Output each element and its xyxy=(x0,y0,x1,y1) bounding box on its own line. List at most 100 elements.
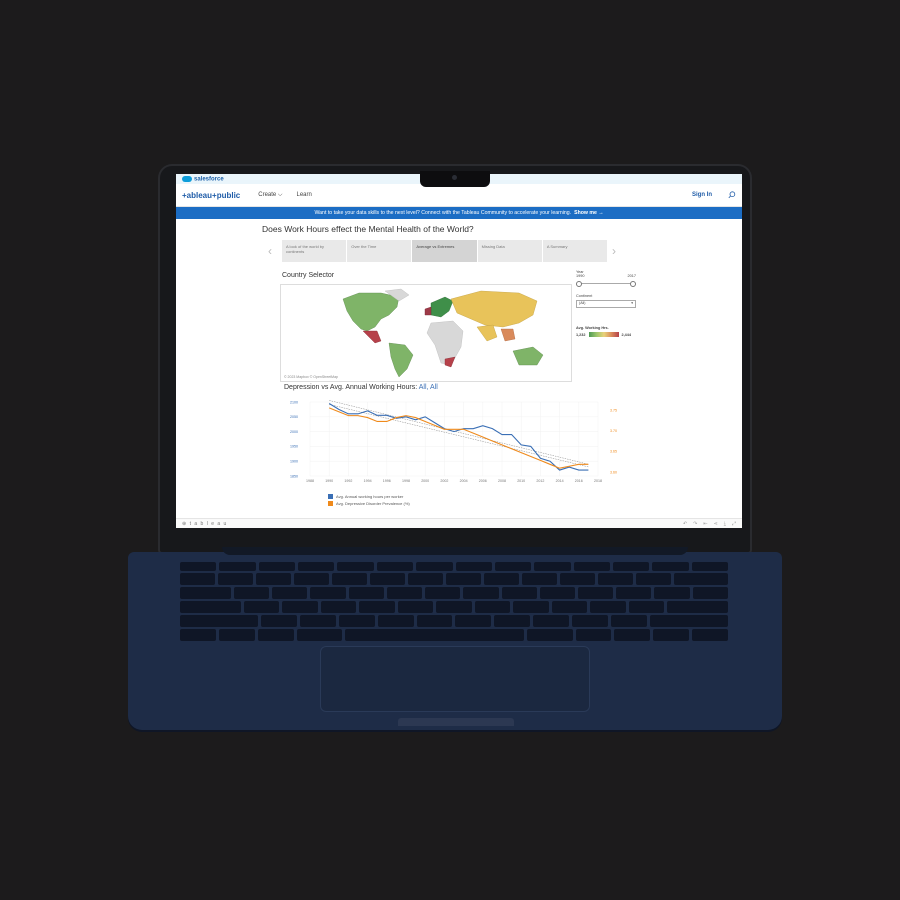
key[interactable] xyxy=(692,629,729,641)
key[interactable] xyxy=(296,629,342,641)
key[interactable] xyxy=(377,615,414,627)
key[interactable] xyxy=(674,573,729,585)
key[interactable] xyxy=(436,601,472,613)
key[interactable] xyxy=(590,601,626,613)
key[interactable] xyxy=(513,601,549,613)
key[interactable] xyxy=(474,601,511,613)
key[interactable] xyxy=(691,562,729,571)
key[interactable] xyxy=(416,615,453,627)
spacebar[interactable] xyxy=(344,629,525,641)
key[interactable] xyxy=(180,562,217,571)
key[interactable] xyxy=(560,573,596,585)
key[interactable] xyxy=(446,573,482,585)
key[interactable] xyxy=(539,587,575,599)
key[interactable] xyxy=(282,601,318,613)
key[interactable] xyxy=(370,573,406,585)
story-point-1[interactable]: A look of the world by continents xyxy=(282,240,347,262)
key[interactable] xyxy=(616,587,652,599)
key[interactable] xyxy=(667,601,728,613)
sign-in-link[interactable]: Sign In xyxy=(692,192,712,198)
key[interactable] xyxy=(397,601,434,613)
key[interactable] xyxy=(299,615,336,627)
southeast-asia-region[interactable] xyxy=(500,328,516,342)
story-prev-icon[interactable]: ‹ xyxy=(268,244,272,258)
key[interactable] xyxy=(180,615,258,627)
key[interactable] xyxy=(484,573,520,585)
key[interactable] xyxy=(260,615,297,627)
key[interactable] xyxy=(598,573,634,585)
continent-select[interactable]: (All) ▾ xyxy=(576,300,636,308)
key[interactable] xyxy=(348,587,384,599)
key[interactable] xyxy=(218,573,254,585)
mexico-region[interactable] xyxy=(362,330,382,344)
key[interactable] xyxy=(636,573,672,585)
key[interactable] xyxy=(337,562,374,571)
key[interactable] xyxy=(256,573,292,585)
revert-icon[interactable]: ⇤ xyxy=(703,521,707,527)
key[interactable] xyxy=(218,629,255,641)
key[interactable] xyxy=(692,587,728,599)
slider-min-handle[interactable] xyxy=(576,281,582,287)
key[interactable] xyxy=(219,562,256,571)
fullscreen-icon[interactable]: ⤢ xyxy=(732,521,736,527)
key[interactable] xyxy=(612,562,650,571)
key[interactable] xyxy=(408,573,444,585)
key[interactable] xyxy=(494,615,531,627)
key[interactable] xyxy=(338,615,375,627)
key[interactable] xyxy=(180,573,216,585)
australia-region[interactable] xyxy=(512,346,544,366)
key[interactable] xyxy=(573,562,610,571)
key[interactable] xyxy=(527,629,573,641)
key[interactable] xyxy=(650,615,728,627)
story-point-3[interactable]: Average vs Extremes xyxy=(412,240,477,262)
key[interactable] xyxy=(577,587,614,599)
south-america-region[interactable] xyxy=(388,342,414,378)
key[interactable] xyxy=(463,587,499,599)
asia-region[interactable] xyxy=(450,290,538,328)
key[interactable] xyxy=(455,562,492,571)
key[interactable] xyxy=(572,615,609,627)
search-icon[interactable] xyxy=(728,191,736,199)
download-icon[interactable]: ⤓ xyxy=(724,521,726,527)
key[interactable] xyxy=(551,601,588,613)
europe-region[interactable] xyxy=(430,296,454,318)
undo-icon[interactable]: ↶ xyxy=(683,521,687,527)
africa-region[interactable] xyxy=(426,320,464,366)
key[interactable] xyxy=(386,587,423,599)
western-europe-region[interactable] xyxy=(424,306,432,316)
key[interactable] xyxy=(310,587,346,599)
key[interactable] xyxy=(534,562,571,571)
key[interactable] xyxy=(455,615,492,627)
key[interactable] xyxy=(180,629,216,641)
india-region[interactable] xyxy=(476,324,498,342)
nav-create[interactable]: Create ⌵ xyxy=(258,192,282,199)
year-slider[interactable] xyxy=(576,280,636,288)
key[interactable] xyxy=(652,562,689,571)
key[interactable] xyxy=(257,629,294,641)
key[interactable] xyxy=(320,601,357,613)
key[interactable] xyxy=(501,587,537,599)
line-chart-filter-link[interactable]: All, All xyxy=(419,384,438,391)
key[interactable] xyxy=(294,573,330,585)
key[interactable] xyxy=(359,601,395,613)
key[interactable] xyxy=(522,573,558,585)
key[interactable] xyxy=(180,601,241,613)
story-point-2[interactable]: Over the Time xyxy=(347,240,412,262)
key[interactable] xyxy=(233,587,270,599)
key[interactable] xyxy=(180,587,231,599)
key[interactable] xyxy=(628,601,665,613)
key[interactable] xyxy=(298,562,335,571)
world-map[interactable]: © 2023 Mapbox © OpenStreetMap xyxy=(280,284,572,382)
trackpad[interactable] xyxy=(320,646,590,712)
key[interactable] xyxy=(614,629,651,641)
key[interactable] xyxy=(533,615,570,627)
key[interactable] xyxy=(272,587,308,599)
key[interactable] xyxy=(416,562,453,571)
story-next-icon[interactable]: › xyxy=(612,244,616,258)
tableau-public-logo[interactable]: +ableau+public xyxy=(182,191,240,200)
south-africa-region[interactable] xyxy=(444,356,456,368)
key[interactable] xyxy=(653,629,690,641)
key[interactable] xyxy=(494,562,532,571)
key[interactable] xyxy=(425,587,461,599)
key[interactable] xyxy=(376,562,414,571)
